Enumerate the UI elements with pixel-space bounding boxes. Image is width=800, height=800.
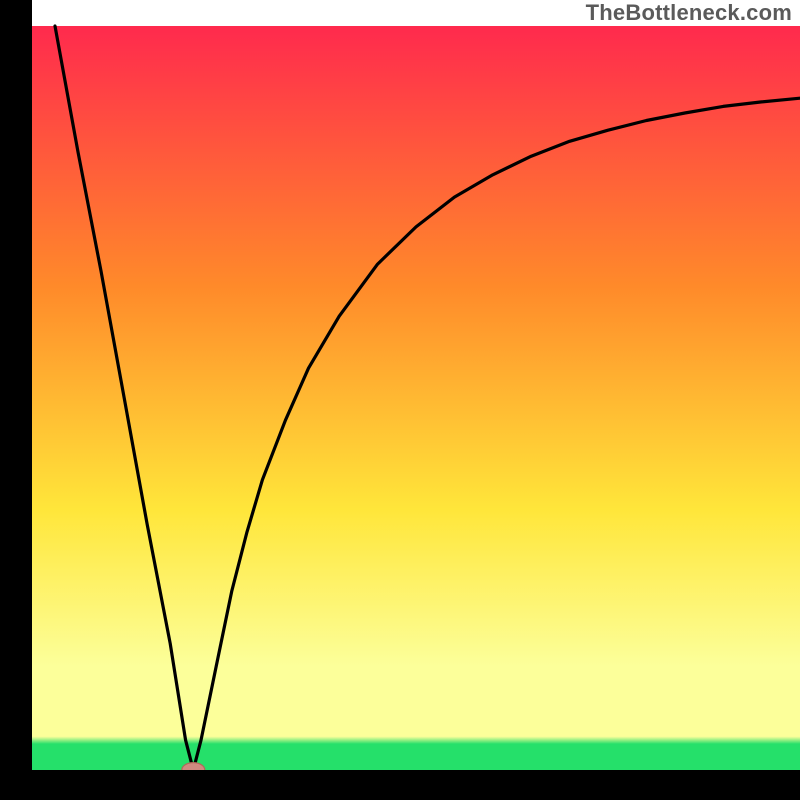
bottleneck-chart xyxy=(0,0,800,800)
x-axis xyxy=(0,770,800,800)
y-axis xyxy=(0,0,32,800)
gradient-background xyxy=(32,26,800,770)
chart-frame: TheBottleneck.com xyxy=(0,0,800,800)
